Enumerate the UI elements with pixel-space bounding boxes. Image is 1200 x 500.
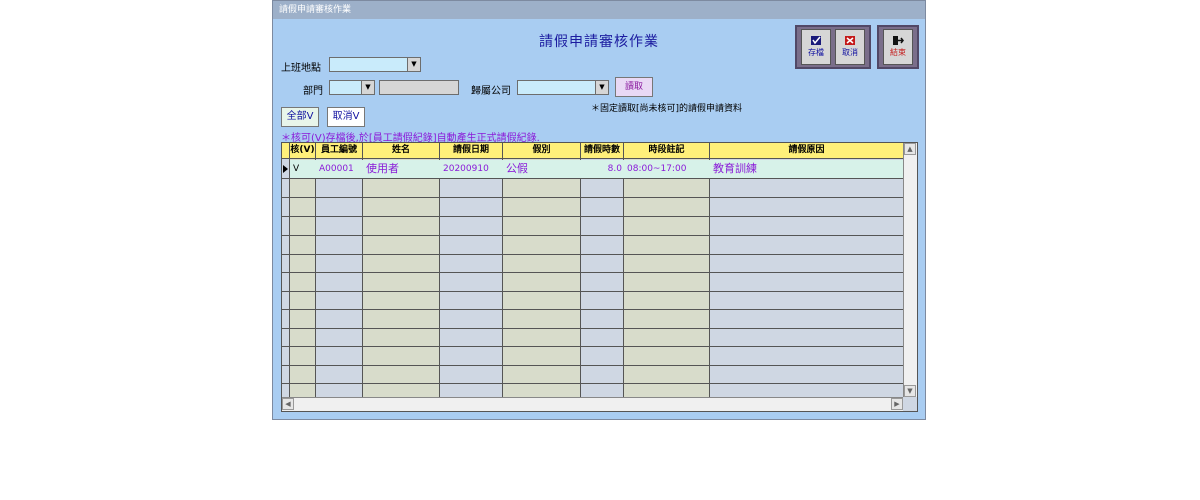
vertical-scrollbar[interactable]: ▲ ▼ — [903, 143, 917, 397]
col-date-header: 請假日期 — [440, 143, 503, 159]
read-note: ＊固定讀取[尚未核可]的請假申請資料 — [591, 104, 743, 114]
col-date[interactable] — [440, 159, 503, 397]
col-type[interactable] — [503, 159, 581, 397]
scroll-right-icon[interactable]: ▶ — [891, 398, 903, 410]
col-hours[interactable] — [581, 159, 624, 397]
exit-button[interactable]: 結束 — [883, 29, 913, 65]
col-approve-header: 核(V) — [290, 143, 316, 159]
col-hours-header: 請假時數 — [581, 143, 624, 159]
cell-time[interactable]: 08:00~17:00 — [627, 160, 686, 178]
cancel-button[interactable]: 取消 — [835, 29, 865, 65]
cell-approve[interactable]: V — [293, 160, 299, 178]
horizontal-scrollbar[interactable]: ◀ ▶ — [282, 397, 903, 411]
chevron-down-icon[interactable]: ▼ — [407, 58, 420, 71]
cell-date[interactable]: 20200910 — [443, 160, 489, 178]
exit-label: 結束 — [890, 48, 906, 57]
company-label: 歸屬公司 — [471, 86, 511, 97]
col-reason-header: 請假原因 — [710, 143, 904, 159]
chevron-down-icon[interactable]: ▼ — [595, 81, 608, 94]
location-select[interactable]: ▼ — [329, 57, 421, 72]
select-all-button[interactable]: 全部V — [281, 107, 319, 127]
dept-name-field[interactable] — [379, 80, 459, 95]
cancel-label: 取消 — [842, 48, 858, 57]
col-approve[interactable] — [290, 159, 316, 397]
location-label: 上班地點 — [281, 63, 321, 74]
scroll-left-icon[interactable]: ◀ — [282, 398, 294, 410]
exit-group: 結束 — [877, 25, 919, 69]
col-emp-id[interactable] — [316, 159, 363, 397]
cancel-x-icon — [845, 36, 855, 45]
cell-hours[interactable]: 8.0 — [581, 160, 622, 178]
col-type-header: 假別 — [503, 143, 581, 159]
scroll-up-icon[interactable]: ▲ — [904, 143, 916, 155]
record-selector-column[interactable] — [282, 159, 290, 397]
col-time-header: 時段註記 — [624, 143, 710, 159]
dept-select[interactable]: ▼ — [329, 80, 375, 95]
cell-emp-id[interactable]: A00001 — [319, 160, 354, 178]
exit-door-icon — [893, 36, 904, 45]
window-titlebar: 請假申請審核作業 — [273, 1, 925, 19]
record-selector-header — [282, 143, 290, 159]
page-title: 請假申請審核作業 — [539, 34, 659, 50]
record-pointer-icon — [283, 165, 288, 173]
save-button[interactable]: 存檔 — [801, 29, 831, 65]
cell-reason[interactable]: 教育訓練 — [713, 160, 757, 178]
company-select[interactable]: ▼ — [517, 80, 609, 95]
save-check-icon — [811, 36, 821, 45]
cell-type[interactable]: 公假 — [506, 160, 528, 178]
read-button[interactable]: 讀取 — [615, 77, 653, 97]
col-emp-id-header: 員工編號 — [316, 143, 363, 159]
dept-label: 部門 — [303, 86, 323, 97]
scroll-down-icon[interactable]: ▼ — [904, 385, 916, 397]
col-name-header: 姓名 — [363, 143, 440, 159]
approval-window: 請假申請審核作業 請假申請審核作業 存檔 取消 結束 上班地點 ▼ 部門 ▼ 歸… — [272, 0, 926, 420]
col-time[interactable] — [624, 159, 710, 397]
chevron-down-icon[interactable]: ▼ — [361, 81, 374, 94]
cancel-v-button[interactable]: 取消V — [327, 107, 365, 127]
col-reason[interactable] — [710, 159, 904, 397]
save-label: 存檔 — [808, 48, 824, 57]
cell-name[interactable]: 使用者 — [366, 160, 399, 178]
col-name[interactable] — [363, 159, 440, 397]
save-cancel-group: 存檔 取消 — [795, 25, 871, 69]
leave-request-grid: 核(V) 員工編號 姓名 請假日期 假別 請假時數 時段註記 請假原因 V A0 — [281, 142, 918, 412]
